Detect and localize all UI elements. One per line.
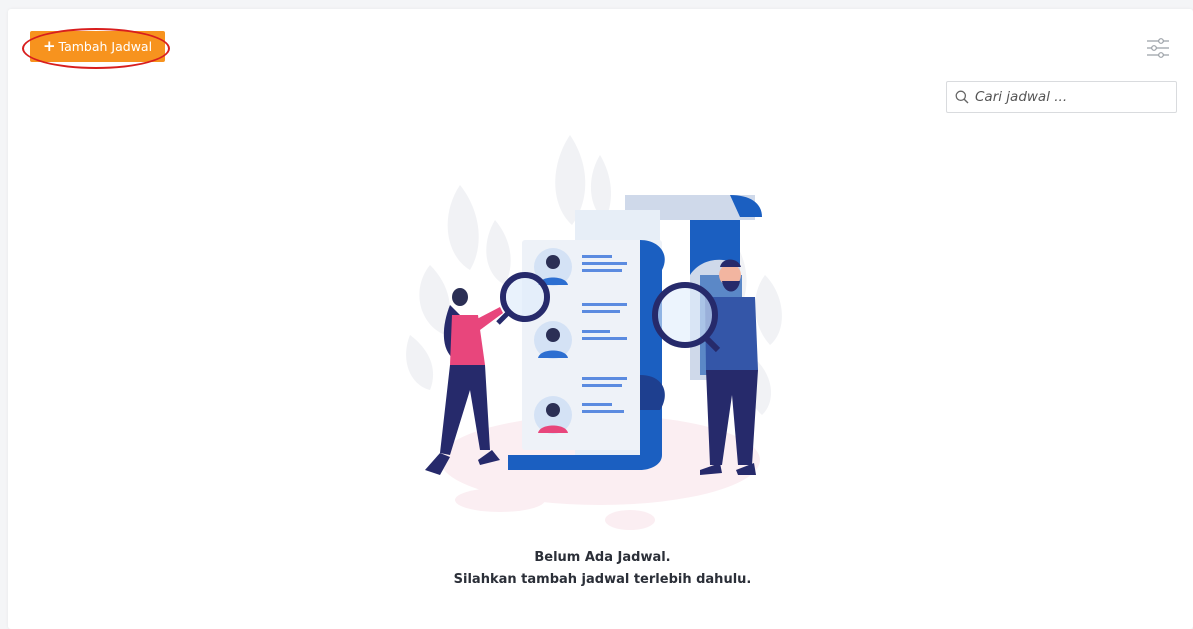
search-field[interactable] (946, 81, 1177, 113)
add-schedule-area: + Tambah Jadwal (22, 28, 170, 69)
search-input[interactable] (975, 89, 1165, 105)
filter-button[interactable] (1144, 36, 1172, 60)
empty-state-illustration (406, 135, 782, 530)
sliders-icon (1147, 38, 1169, 58)
empty-state-title: Belum Ada Jadwal. (534, 550, 671, 565)
add-schedule-label: Tambah Jadwal (58, 39, 153, 54)
add-schedule-button[interactable]: + Tambah Jadwal (30, 31, 165, 62)
search-icon (955, 90, 969, 104)
plus-icon: + (42, 37, 56, 55)
empty-state-subtitle: Silahkan tambah jadwal terlebih dahulu. (453, 572, 752, 587)
empty-state-message: Belum Ada Jadwal. Silahkan tambah jadwal… (400, 547, 805, 591)
